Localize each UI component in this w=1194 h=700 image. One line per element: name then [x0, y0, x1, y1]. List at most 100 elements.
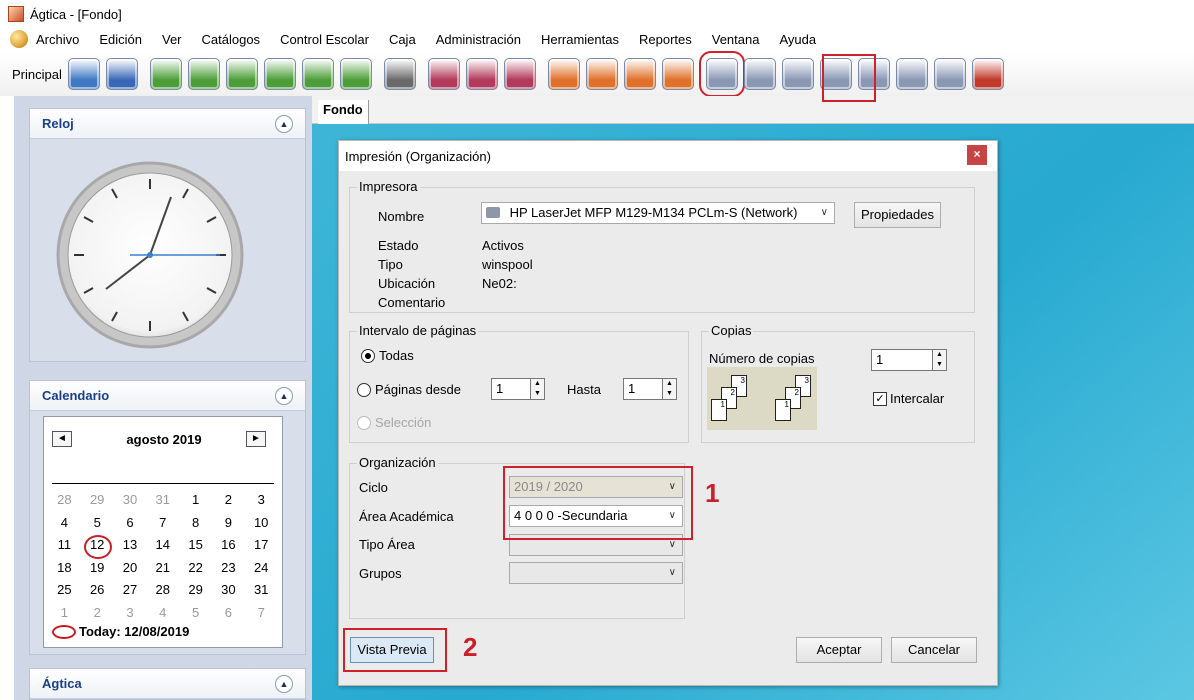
calendar-day[interactable]: 6	[212, 602, 245, 625]
calendar-day[interactable]: 28	[48, 489, 81, 512]
teachers-icon[interactable]	[465, 58, 498, 90]
calendar-day[interactable]: 8	[179, 512, 212, 535]
menu-archivo[interactable]: Archivo	[36, 32, 79, 47]
calendar-day[interactable]: 29	[81, 489, 114, 512]
calendar-panel-header[interactable]: Calendario ▲	[30, 381, 305, 411]
calendar-day[interactable]: 2	[212, 489, 245, 512]
calendar-day[interactable]: 3	[114, 602, 147, 625]
menu-administracion[interactable]: Administración	[436, 32, 521, 47]
print-org-icon[interactable]	[698, 51, 745, 97]
calendar-day[interactable]: 12	[81, 534, 114, 559]
calendar-day[interactable]: 30	[114, 489, 147, 512]
calendar-day[interactable]: 22	[179, 557, 212, 580]
calendar-day[interactable]: 5	[81, 512, 114, 535]
calendar-day[interactable]: 17	[245, 534, 278, 557]
calendar-day[interactable]: 20	[114, 557, 147, 580]
calendar-day[interactable]: 27	[114, 579, 147, 602]
calendar-day[interactable]: 4	[146, 602, 179, 625]
clock-icon[interactable]	[301, 58, 334, 90]
calendar-day[interactable]: 24	[245, 557, 278, 580]
collapse-icon[interactable]: ▲	[275, 114, 293, 133]
today-link[interactable]: Today: 12/08/2019	[52, 624, 189, 639]
spin-arrows-icon[interactable]: ▲ ▼	[932, 350, 946, 370]
clock-panel-header[interactable]: Reloj ▲	[30, 109, 305, 139]
calendar-day[interactable]: 13	[114, 534, 147, 557]
menu-catalogos[interactable]: Catálogos	[202, 32, 261, 47]
groups-select[interactable]: ∨	[509, 562, 683, 584]
chart-icon[interactable]	[547, 58, 580, 90]
menu-ventana[interactable]: Ventana	[712, 32, 760, 47]
next-month-button[interactable]: ►	[246, 431, 266, 447]
calendar-day[interactable]: 25	[48, 579, 81, 602]
people-icon[interactable]	[427, 58, 460, 90]
printer-select[interactable]: HP LaserJet MFP M129-M134 PCLm-S (Networ…	[481, 202, 835, 224]
calendar-day[interactable]: 1	[179, 489, 212, 512]
ok-button[interactable]: Aceptar	[796, 637, 882, 663]
calendar-day[interactable]: 7	[245, 602, 278, 625]
id-badge-icon[interactable]	[503, 58, 536, 90]
close-icon[interactable]: ×	[967, 145, 987, 165]
calendar-day[interactable]: 30	[212, 579, 245, 602]
pen-icon[interactable]	[149, 58, 182, 90]
radio-page-range[interactable]: Páginas desde	[357, 382, 461, 397]
id-card-icon[interactable]	[263, 58, 296, 90]
menu-control-escolar[interactable]: Control Escolar	[280, 32, 369, 47]
collapse-icon[interactable]: ▲	[275, 674, 293, 693]
menu-reportes[interactable]: Reportes	[639, 32, 692, 47]
calendar-day[interactable]: 9	[212, 512, 245, 535]
signature-icon[interactable]	[339, 58, 372, 90]
calendar-day[interactable]: 1	[48, 602, 81, 625]
books-icon[interactable]	[661, 58, 694, 90]
calendar-day[interactable]: 14	[146, 534, 179, 557]
menu-herramientas[interactable]: Herramientas	[541, 32, 619, 47]
calendar-day[interactable]: 7	[146, 512, 179, 535]
collate-checkbox[interactable]: ✓ Intercalar	[873, 391, 944, 406]
tab-fondo[interactable]: Fondo	[318, 100, 369, 124]
desktop-icon[interactable]	[105, 58, 138, 90]
database-icon[interactable]	[67, 58, 100, 90]
menu-ayuda[interactable]: Ayuda	[779, 32, 816, 47]
from-page-stepper[interactable]: 1 ▲ ▼	[491, 378, 545, 400]
calendar-day[interactable]: 28	[146, 579, 179, 602]
calendar-day[interactable]: 21	[146, 557, 179, 580]
copies-stepper[interactable]: 1 ▲ ▼	[871, 349, 947, 371]
agtica-panel-header[interactable]: Ágtica ▲	[30, 669, 305, 699]
calendar-day[interactable]: 6	[114, 512, 147, 535]
radio-all-pages[interactable]: Todas	[361, 348, 414, 363]
radio-selection[interactable]: Selección	[357, 415, 431, 430]
to-page-stepper[interactable]: 1 ▲ ▼	[623, 378, 677, 400]
spin-arrows-icon[interactable]: ▲ ▼	[662, 379, 676, 399]
calendar-day[interactable]: 10	[245, 512, 278, 535]
exit-icon[interactable]	[971, 58, 1004, 90]
calendar-day[interactable]: 23	[212, 557, 245, 580]
calendar-day[interactable]: 29	[179, 579, 212, 602]
cancel-button[interactable]: Cancelar	[891, 637, 977, 663]
collapse-icon[interactable]: ▲	[275, 386, 293, 405]
calendar-day[interactable]: 15	[179, 534, 212, 557]
menu-ver[interactable]: Ver	[162, 32, 182, 47]
print-icon[interactable]	[743, 58, 776, 90]
calendar-day[interactable]: 2	[81, 602, 114, 625]
report-print-icon[interactable]	[933, 58, 966, 90]
calendar-day[interactable]: 31	[146, 489, 179, 512]
calendar-day[interactable]: 5	[179, 602, 212, 625]
group-icon[interactable]	[187, 58, 220, 90]
properties-button[interactable]: Propiedades	[854, 202, 941, 228]
users-icon[interactable]	[225, 58, 258, 90]
print-icon[interactable]	[895, 58, 928, 90]
spin-arrows-icon[interactable]: ▲ ▼	[530, 379, 544, 399]
calendar-day[interactable]: 11	[48, 534, 81, 557]
menu-caja[interactable]: Caja	[389, 32, 416, 47]
notes-icon[interactable]	[585, 58, 618, 90]
calendar-day[interactable]: 31	[245, 579, 278, 602]
globe-icon[interactable]	[10, 30, 28, 48]
print-icon[interactable]	[781, 58, 814, 90]
menu-edicion[interactable]: Edición	[99, 32, 142, 47]
calendar-day[interactable]: 3	[245, 489, 278, 512]
calendar-day[interactable]: 19	[81, 557, 114, 580]
calendar-day[interactable]: 4	[48, 512, 81, 535]
shapes-icon[interactable]	[623, 58, 656, 90]
calendar-day[interactable]: 16	[212, 534, 245, 557]
calculator-icon[interactable]	[383, 58, 416, 90]
calendar-day[interactable]: 18	[48, 557, 81, 580]
